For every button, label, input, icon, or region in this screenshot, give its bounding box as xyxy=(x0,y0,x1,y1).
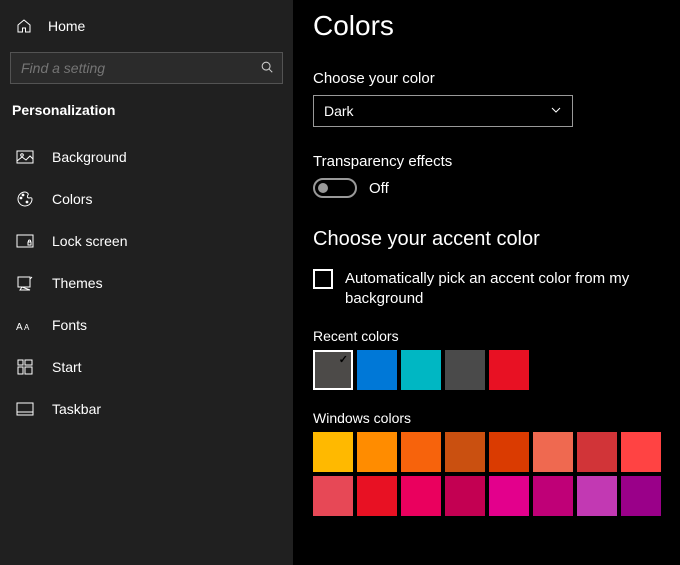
windows-color-swatch[interactable] xyxy=(533,432,573,472)
auto-pick-checkbox[interactable] xyxy=(313,269,333,289)
transparency-toggle-row: Off xyxy=(313,178,680,198)
sidebar-item-label: Fonts xyxy=(52,317,87,333)
transparency-label: Transparency effects xyxy=(313,153,680,170)
sidebar-item-label: Themes xyxy=(52,275,103,291)
sidebar-item-themes[interactable]: Themes xyxy=(10,262,283,304)
choose-color-label: Choose your color xyxy=(313,70,680,87)
themes-icon xyxy=(16,274,34,292)
sidebar: Home Personalization Background Colors L… xyxy=(0,0,293,565)
recent-color-swatch[interactable] xyxy=(489,350,529,390)
main-content: Colors Choose your color Dark Transparen… xyxy=(293,0,680,565)
windows-color-swatch[interactable] xyxy=(489,432,529,472)
windows-color-row xyxy=(313,432,680,472)
sidebar-item-label: Taskbar xyxy=(52,401,101,417)
sidebar-item-background[interactable]: Background xyxy=(10,136,283,178)
palette-icon xyxy=(16,190,34,208)
section-title: Personalization xyxy=(10,98,283,136)
windows-color-swatch[interactable] xyxy=(489,476,529,516)
transparency-value: Off xyxy=(369,180,389,197)
recent-color-swatch[interactable] xyxy=(313,350,353,390)
auto-pick-row: Automatically pick an accent color from … xyxy=(313,269,680,310)
svg-text:A: A xyxy=(24,323,30,332)
sidebar-item-colors[interactable]: Colors xyxy=(10,178,283,220)
taskbar-icon xyxy=(16,400,34,418)
lock-screen-icon xyxy=(16,232,34,250)
home-label: Home xyxy=(48,18,85,34)
sidebar-item-start[interactable]: Start xyxy=(10,346,283,388)
auto-pick-label: Automatically pick an accent color from … xyxy=(345,269,635,310)
chevron-down-icon xyxy=(550,103,562,119)
windows-color-swatch[interactable] xyxy=(401,432,441,472)
windows-color-swatch[interactable] xyxy=(313,432,353,472)
sidebar-item-fonts[interactable]: AA Fonts xyxy=(10,304,283,346)
color-mode-dropdown[interactable]: Dark xyxy=(313,95,573,127)
windows-color-swatch[interactable] xyxy=(577,432,617,472)
fonts-icon: AA xyxy=(16,316,34,334)
windows-color-swatch[interactable] xyxy=(445,432,485,472)
home-icon xyxy=(16,18,32,34)
windows-color-swatch[interactable] xyxy=(313,476,353,516)
search-icon xyxy=(260,60,274,77)
windows-color-swatch[interactable] xyxy=(357,476,397,516)
windows-color-swatch[interactable] xyxy=(621,476,661,516)
windows-color-swatch[interactable] xyxy=(533,476,573,516)
sidebar-item-label: Colors xyxy=(52,191,92,207)
picture-icon xyxy=(16,148,34,166)
windows-color-swatch[interactable] xyxy=(577,476,617,516)
recent-color-swatch[interactable] xyxy=(357,350,397,390)
sidebar-item-label: Lock screen xyxy=(52,233,127,249)
windows-colors-label: Windows colors xyxy=(313,410,680,426)
windows-color-swatch[interactable] xyxy=(445,476,485,516)
transparency-toggle[interactable] xyxy=(313,178,357,198)
windows-colors-grid xyxy=(313,432,680,516)
dropdown-value: Dark xyxy=(324,103,354,119)
accent-heading: Choose your accent color xyxy=(313,228,680,251)
windows-color-row xyxy=(313,476,680,516)
windows-color-swatch[interactable] xyxy=(621,432,661,472)
windows-color-swatch[interactable] xyxy=(357,432,397,472)
svg-text:A: A xyxy=(16,322,23,333)
sidebar-item-taskbar[interactable]: Taskbar xyxy=(10,388,283,430)
sidebar-item-label: Background xyxy=(52,149,127,165)
search-box[interactable] xyxy=(10,52,283,84)
start-icon xyxy=(16,358,34,376)
nav-list: Background Colors Lock screen Themes AA … xyxy=(10,136,283,430)
recent-colors-label: Recent colors xyxy=(313,328,680,344)
windows-color-swatch[interactable] xyxy=(401,476,441,516)
home-nav[interactable]: Home xyxy=(10,10,283,42)
recent-color-swatch[interactable] xyxy=(445,350,485,390)
recent-color-swatch[interactable] xyxy=(401,350,441,390)
search-input[interactable] xyxy=(21,60,260,76)
recent-colors-row xyxy=(313,350,680,390)
page-title: Colors xyxy=(313,10,680,42)
sidebar-item-label: Start xyxy=(52,359,82,375)
sidebar-item-lockscreen[interactable]: Lock screen xyxy=(10,220,283,262)
